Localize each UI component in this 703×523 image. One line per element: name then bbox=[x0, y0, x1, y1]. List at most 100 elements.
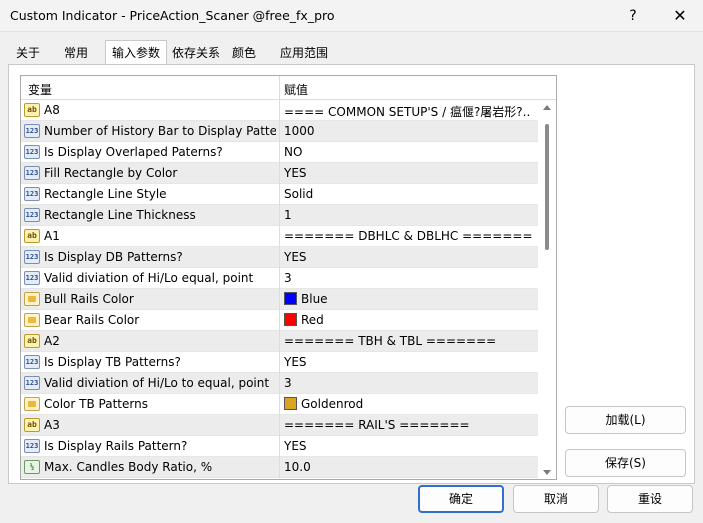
tab-common[interactable]: 常用 bbox=[58, 43, 94, 64]
row-variable-name: Valid diviation of Hi/Lo to equal, point bbox=[44, 376, 270, 390]
table-row[interactable]: ab A2 ======= TBH & TBL ======= bbox=[21, 331, 538, 352]
column-divider bbox=[279, 373, 280, 394]
row-variable-name: A1 bbox=[44, 229, 60, 243]
string-icon: ab bbox=[24, 229, 40, 243]
row-value-cell[interactable]: YES bbox=[284, 166, 534, 180]
row-value: Goldenrod bbox=[301, 397, 364, 411]
reset-button[interactable]: 重设 bbox=[607, 485, 693, 513]
column-divider bbox=[279, 331, 280, 352]
row-value-cell[interactable]: Goldenrod bbox=[284, 397, 534, 411]
row-value: 3 bbox=[284, 376, 292, 390]
load-button[interactable]: 加载(L) bbox=[565, 406, 686, 434]
color-swatch[interactable] bbox=[284, 397, 297, 410]
table-row[interactable]: 123 Is Display Rails Pattern? YES bbox=[21, 436, 538, 457]
table-row[interactable]: 123 Is Display Overlaped Paterns? NO bbox=[21, 142, 538, 163]
table-row[interactable]: 123 Fill Rectangle by Color YES bbox=[21, 163, 538, 184]
row-variable-name: A3 bbox=[44, 418, 60, 432]
column-divider bbox=[279, 457, 280, 478]
row-value-cell[interactable]: Blue bbox=[284, 292, 534, 306]
table-row[interactable]: Bull Rails Color Blue bbox=[21, 289, 538, 310]
color-icon bbox=[24, 292, 40, 306]
row-variable-name: Is Display TB Patterns? bbox=[44, 355, 181, 369]
row-value: 3 bbox=[284, 271, 292, 285]
row-value-cell[interactable]: Solid bbox=[284, 187, 534, 201]
header-divider[interactable] bbox=[279, 76, 280, 100]
table-row[interactable]: 123 Rectangle Line Thickness 1 bbox=[21, 205, 538, 226]
title-bar: Custom Indicator - PriceAction_Scaner @f… bbox=[0, 0, 703, 32]
tab-colors[interactable]: 颜色 bbox=[226, 43, 262, 64]
column-divider bbox=[279, 100, 280, 121]
table-row[interactable]: Color TB Patterns Goldenrod bbox=[21, 394, 538, 415]
string-icon: ab bbox=[24, 103, 40, 117]
scroll-down-icon[interactable] bbox=[543, 470, 551, 475]
row-value-cell[interactable]: YES bbox=[284, 355, 534, 369]
vertical-scrollbar[interactable] bbox=[538, 100, 556, 479]
column-divider bbox=[279, 436, 280, 457]
row-value: 1 bbox=[284, 208, 292, 222]
row-variable-name: Is Display Overlaped Paterns? bbox=[44, 145, 223, 159]
row-value-cell[interactable]: ======= RAIL'S ======= bbox=[284, 418, 534, 432]
close-button[interactable]: ✕ bbox=[657, 3, 703, 29]
tab-dependencies[interactable]: 依存关系 bbox=[166, 43, 226, 64]
row-value-cell[interactable]: 1000 bbox=[284, 124, 534, 138]
row-variable-name: Rectangle Line Thickness bbox=[44, 208, 196, 222]
table-row[interactable]: 123 Rectangle Line Style Solid bbox=[21, 184, 538, 205]
integer-icon: 123 bbox=[24, 355, 40, 369]
row-value-cell[interactable]: ==== COMMON SETUP'S / 瘟偃?屠岩形?.. bbox=[284, 103, 534, 120]
table-row[interactable]: 123 Is Display TB Patterns? YES bbox=[21, 352, 538, 373]
table-row[interactable]: 123 Valid diviation of Hi/Lo equal, point… bbox=[21, 268, 538, 289]
save-button[interactable]: 保存(S) bbox=[565, 449, 686, 477]
column-divider bbox=[279, 184, 280, 205]
table-row[interactable]: ab A8 ==== COMMON SETUP'S / 瘟偃?屠岩形?.. bbox=[21, 100, 538, 121]
tab-inputs[interactable]: 输入参数 bbox=[105, 40, 168, 65]
integer-icon: 123 bbox=[24, 187, 40, 201]
row-variable-name: A8 bbox=[44, 103, 60, 117]
row-variable-name: Bull Rails Color bbox=[44, 292, 134, 306]
row-value: Red bbox=[301, 313, 324, 327]
integer-icon: 123 bbox=[24, 208, 40, 222]
row-value-cell[interactable]: 10.0 bbox=[284, 460, 534, 474]
row-value-cell[interactable]: 1 bbox=[284, 208, 534, 222]
row-value: YES bbox=[284, 355, 307, 369]
row-value-cell[interactable]: Red bbox=[284, 313, 534, 327]
table-row[interactable]: 123 Valid diviation of Hi/Lo to equal, po… bbox=[21, 373, 538, 394]
help-button[interactable]: ? bbox=[610, 3, 656, 29]
column-divider bbox=[279, 394, 280, 415]
cancel-button[interactable]: 取消 bbox=[513, 485, 599, 513]
table-row[interactable]: ½ Max. Candles Body Ratio, % 10.0 bbox=[21, 457, 538, 478]
row-value-cell[interactable]: YES bbox=[284, 439, 534, 453]
row-value: ======= TBH & TBL ======= bbox=[284, 334, 497, 348]
row-value: ======= DBHLC & DBLHC ======= bbox=[284, 229, 533, 243]
row-value-cell[interactable]: YES bbox=[284, 250, 534, 264]
table-row[interactable]: ab A1 ======= DBHLC & DBLHC ======= bbox=[21, 226, 538, 247]
row-value-cell[interactable]: ======= DBHLC & DBLHC ======= bbox=[284, 229, 534, 243]
integer-icon: 123 bbox=[24, 124, 40, 138]
ok-button[interactable]: 确定 bbox=[418, 485, 504, 513]
column-header-value[interactable]: 赋值 bbox=[284, 81, 308, 98]
row-variable-name: Is Display Rails Pattern? bbox=[44, 439, 188, 453]
scroll-thumb[interactable] bbox=[545, 124, 549, 250]
scroll-up-icon[interactable] bbox=[543, 105, 551, 110]
table-row[interactable]: ab A3 ======= RAIL'S ======= bbox=[21, 415, 538, 436]
column-divider bbox=[279, 205, 280, 226]
color-swatch[interactable] bbox=[284, 313, 297, 326]
row-variable-name: Is Display DB Patterns? bbox=[44, 250, 183, 264]
column-divider bbox=[279, 121, 280, 142]
row-value-cell[interactable]: NO bbox=[284, 145, 534, 159]
row-variable-name: Max. Candles Body Ratio, % bbox=[44, 460, 213, 474]
table-row[interactable]: Bear Rails Color Red bbox=[21, 310, 538, 331]
color-swatch[interactable] bbox=[284, 292, 297, 305]
row-value: YES bbox=[284, 439, 307, 453]
row-value-cell[interactable]: 3 bbox=[284, 376, 534, 390]
table-row[interactable]: 123 Number of History Bar to Display Patt… bbox=[21, 121, 538, 142]
column-divider bbox=[279, 352, 280, 373]
column-header-variable[interactable]: 变量 bbox=[28, 81, 52, 98]
row-value-cell[interactable]: 3 bbox=[284, 271, 534, 285]
row-value-cell[interactable]: ======= TBH & TBL ======= bbox=[284, 334, 534, 348]
row-value: Blue bbox=[301, 292, 328, 306]
tab-about[interactable]: 关于 bbox=[10, 43, 46, 64]
integer-icon: 123 bbox=[24, 250, 40, 264]
tab-visualization[interactable]: 应用范围 bbox=[274, 43, 334, 64]
table-row[interactable]: 123 Is Display DB Patterns? YES bbox=[21, 247, 538, 268]
column-divider bbox=[279, 226, 280, 247]
